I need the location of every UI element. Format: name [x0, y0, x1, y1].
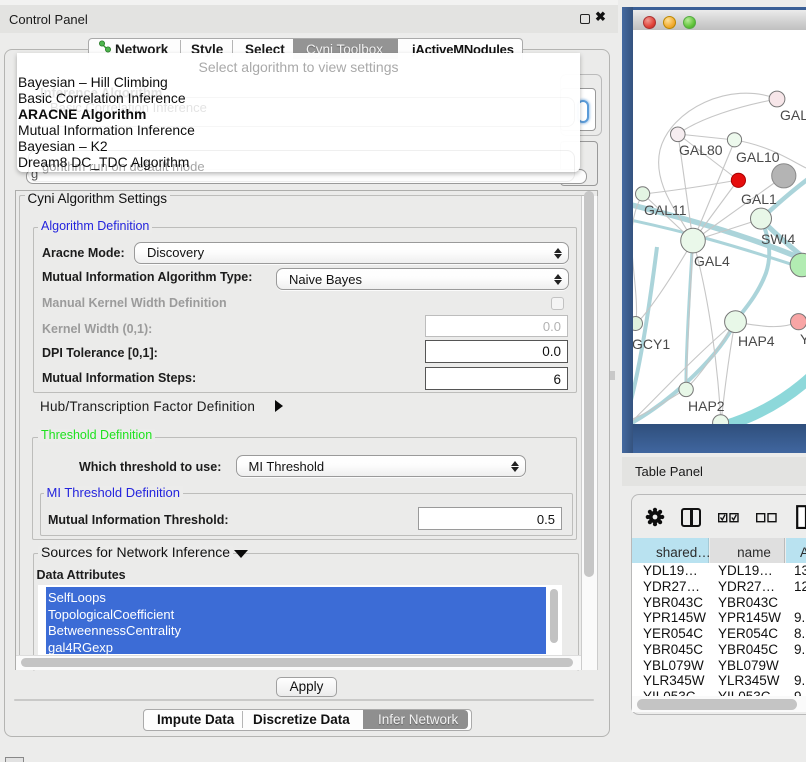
svg-text:HAP2: HAP2 — [688, 398, 725, 414]
svg-text:HAP4: HAP4 — [738, 333, 775, 349]
svg-text:GAL80: GAL80 — [679, 142, 723, 158]
svg-text:SWI4: SWI4 — [761, 231, 795, 247]
svg-text:GAL11: GAL11 — [644, 202, 687, 218]
svg-text:GAL4: GAL4 — [694, 253, 730, 269]
svg-text:GAL10: GAL10 — [736, 149, 780, 165]
svg-text:GAL: GAL — [780, 107, 806, 123]
svg-text:GAL1: GAL1 — [741, 191, 777, 207]
svg-text:Y: Y — [800, 331, 806, 347]
svg-text:GCY1: GCY1 — [633, 336, 670, 352]
